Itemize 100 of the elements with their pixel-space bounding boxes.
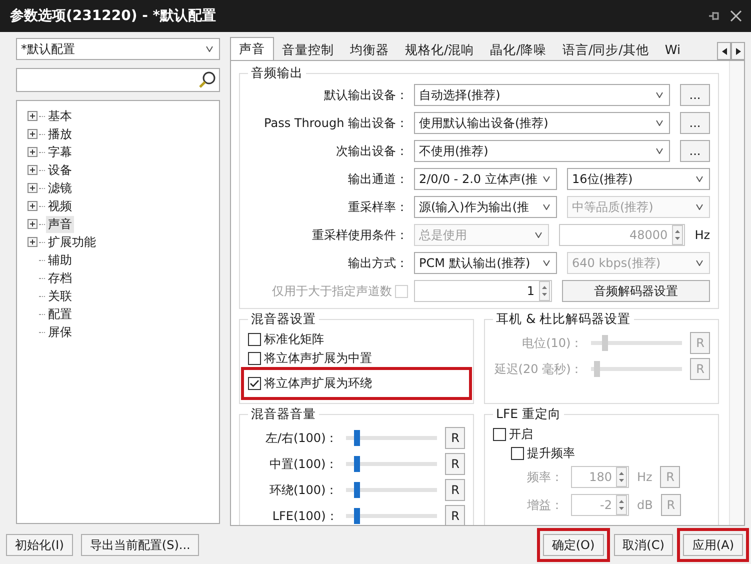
unit-label: Hz bbox=[637, 470, 652, 484]
group-title: 混音器设置 bbox=[250, 311, 317, 328]
dropdown[interactable]: 使用默认输出设备(推荐) bbox=[414, 112, 670, 134]
chevron-icon bbox=[696, 204, 703, 210]
tree-item[interactable]: 视频 bbox=[46, 198, 74, 214]
slider-thumb[interactable] bbox=[354, 430, 360, 446]
reset-button[interactable]: R bbox=[445, 453, 466, 475]
group-title: 音频输出 bbox=[250, 65, 304, 82]
tree-item[interactable]: 播放 bbox=[46, 126, 74, 142]
slider-label: 电位(10)： bbox=[521, 334, 583, 352]
chevron-icon bbox=[656, 120, 663, 126]
group-title: LFE 重定向 bbox=[495, 406, 562, 423]
checkbox[interactable] bbox=[248, 377, 261, 390]
search-icon bbox=[198, 71, 216, 89]
scroll-left-button[interactable] bbox=[717, 42, 731, 60]
slider-label: 左/右(100)： bbox=[264, 430, 338, 446]
close-icon[interactable] bbox=[729, 9, 743, 23]
field-label: 增益： bbox=[526, 496, 563, 514]
slider-label: LFE(100)： bbox=[271, 508, 338, 524]
chevron-icon bbox=[696, 260, 703, 266]
dropdown[interactable]: 不使用(推荐) bbox=[414, 140, 670, 162]
slider-thumb[interactable] bbox=[354, 508, 360, 524]
footer-button[interactable]: 初始化(I) bbox=[6, 534, 73, 556]
dropdown[interactable]: 源(输入)作为输出(推 bbox=[414, 196, 557, 218]
checkbox[interactable] bbox=[493, 428, 506, 441]
chevron-icon bbox=[534, 232, 542, 238]
expand-icon[interactable] bbox=[27, 218, 39, 230]
field-label: Pass Through 输出设备： bbox=[264, 114, 408, 132]
group-title: 混音器音量 bbox=[250, 406, 317, 423]
tree-item[interactable]: 字幕 bbox=[46, 144, 74, 160]
tree-item[interactable]: 扩展功能 bbox=[46, 234, 98, 250]
checkbox[interactable] bbox=[248, 333, 261, 346]
expand-icon[interactable] bbox=[27, 128, 39, 140]
tree-item[interactable]: 关联 bbox=[46, 288, 74, 304]
expand-icon[interactable] bbox=[27, 182, 39, 194]
field-label: 输出方式： bbox=[348, 254, 408, 272]
pin-icon[interactable] bbox=[707, 9, 721, 23]
field-label: 频率： bbox=[526, 468, 563, 486]
checkbox-option[interactable]: 标准化矩阵 bbox=[248, 330, 465, 349]
scroll-right-button[interactable] bbox=[731, 42, 745, 60]
checkbox[interactable] bbox=[248, 352, 261, 365]
more-button[interactable]: ... bbox=[680, 84, 710, 106]
field-label: 输出通道： bbox=[348, 170, 408, 188]
chevron-icon bbox=[206, 46, 213, 52]
unit-label: dB bbox=[637, 498, 653, 512]
tree-item[interactable]: 存档 bbox=[46, 270, 74, 286]
tree-item[interactable]: 辅助 bbox=[46, 252, 74, 268]
footer-button[interactable]: 确定(O) bbox=[542, 534, 604, 556]
field-label: 仅用于大于指定声道数 bbox=[272, 282, 392, 300]
tree-item[interactable]: 配置 bbox=[46, 306, 74, 322]
reset-button[interactable]: R bbox=[445, 479, 466, 501]
scrollbar[interactable] bbox=[729, 61, 744, 525]
chevron-icon bbox=[543, 176, 550, 182]
right-arrow-icon bbox=[736, 48, 740, 54]
dropdown[interactable]: 自动选择(推荐) bbox=[414, 84, 670, 106]
reset-button[interactable]: R bbox=[445, 505, 466, 525]
checkbox-option[interactable]: 将立体声扩展为中置 bbox=[248, 349, 465, 368]
slider-label: 延迟(20 毫秒)： bbox=[493, 360, 583, 378]
chevron-icon bbox=[543, 260, 550, 266]
slider-label: 中置(100)： bbox=[268, 456, 338, 472]
group-title: 耳机 & 杜比解码器设置 bbox=[495, 311, 632, 328]
dropdown[interactable]: PCM 默认输出(推荐) bbox=[414, 252, 557, 274]
unit-label: Hz bbox=[694, 228, 710, 242]
tree-item[interactable]: 滤镜 bbox=[46, 180, 74, 196]
field-label: 次输出设备： bbox=[336, 142, 408, 160]
reset-button[interactable]: R bbox=[445, 427, 466, 449]
dropdown[interactable]: 16位(推荐) bbox=[567, 168, 710, 190]
footer-button[interactable]: 应用(A) bbox=[683, 534, 743, 556]
tree-item[interactable]: 声音 bbox=[46, 216, 74, 232]
slider-thumb[interactable] bbox=[354, 456, 360, 472]
profile-dropdown[interactable]: *默认配置 bbox=[16, 38, 220, 60]
expand-icon[interactable] bbox=[27, 146, 39, 158]
expand-icon[interactable] bbox=[27, 164, 39, 176]
expand-icon[interactable] bbox=[27, 200, 39, 212]
left-arrow-icon bbox=[722, 48, 726, 54]
tree-item[interactable]: 屏保 bbox=[46, 324, 74, 340]
search-field[interactable] bbox=[16, 68, 220, 92]
slider-thumb[interactable] bbox=[354, 482, 360, 498]
dropdown[interactable]: 2/0/0 - 2.0 立体声(推 bbox=[414, 168, 557, 190]
tree-item[interactable]: 基本 bbox=[46, 108, 74, 124]
chevron-icon bbox=[656, 92, 663, 98]
tab[interactable]: 声音 bbox=[230, 37, 274, 60]
footer-button[interactable]: 取消(C) bbox=[614, 534, 674, 556]
slider-label: 环绕(100)： bbox=[268, 482, 338, 498]
field-label: 默认输出设备： bbox=[324, 86, 408, 104]
checkbox-option[interactable]: 提升频率 bbox=[511, 444, 710, 463]
field-label: 重采样率： bbox=[348, 198, 408, 216]
more-button[interactable]: ... bbox=[680, 140, 710, 162]
expand-icon[interactable] bbox=[27, 236, 39, 248]
checkbox-option[interactable]: 将立体声扩展为环绕 bbox=[248, 374, 465, 393]
window-title: 参数选项(231220) - *默认配置 bbox=[10, 7, 218, 25]
field-label: 重采样使用条件： bbox=[312, 226, 408, 244]
more-button[interactable]: ... bbox=[680, 112, 710, 134]
checkbox-option[interactable]: 开启 bbox=[493, 425, 710, 444]
checkbox[interactable] bbox=[511, 447, 524, 460]
chevron-icon bbox=[696, 176, 703, 182]
tree-item[interactable]: 设备 bbox=[46, 162, 74, 178]
expand-icon[interactable] bbox=[27, 110, 39, 122]
footer-button[interactable]: 导出当前配置(S)... bbox=[80, 534, 200, 556]
chevron-icon bbox=[656, 148, 663, 154]
